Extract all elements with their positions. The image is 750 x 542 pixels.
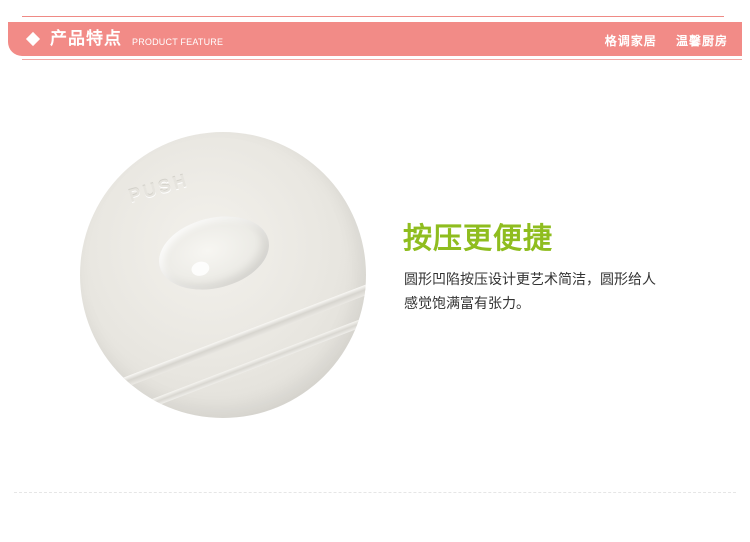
push-button-highlight bbox=[189, 259, 211, 278]
push-button-recess bbox=[151, 205, 277, 301]
section-subtitle: PRODUCT FEATURE bbox=[132, 37, 224, 47]
section-title: 产品特点 bbox=[50, 29, 122, 49]
feature-description-line: 感觉饱满富有张力。 bbox=[404, 296, 530, 312]
feature-description: 圆形凹陷按压设计更艺术简洁，圆形给人 感觉饱满富有张力。 bbox=[404, 268, 704, 316]
header-top-line bbox=[22, 16, 724, 17]
bottom-divider bbox=[14, 492, 736, 493]
feature-heading: 按压更便捷 bbox=[403, 221, 554, 255]
slogan-left: 格调家居 bbox=[604, 34, 657, 48]
feature-description-line: 圆形凹陷按压设计更艺术简洁，圆形给人 bbox=[404, 272, 656, 288]
header-bottom-line bbox=[22, 59, 742, 60]
lid-crease-lower bbox=[138, 275, 366, 412]
product-photo: PUSH bbox=[80, 132, 366, 418]
header-slogan: 格调家居 温馨厨房 bbox=[605, 32, 728, 49]
slogan-right: 温馨厨房 bbox=[675, 34, 728, 48]
push-embossed-label: PUSH bbox=[126, 169, 192, 207]
